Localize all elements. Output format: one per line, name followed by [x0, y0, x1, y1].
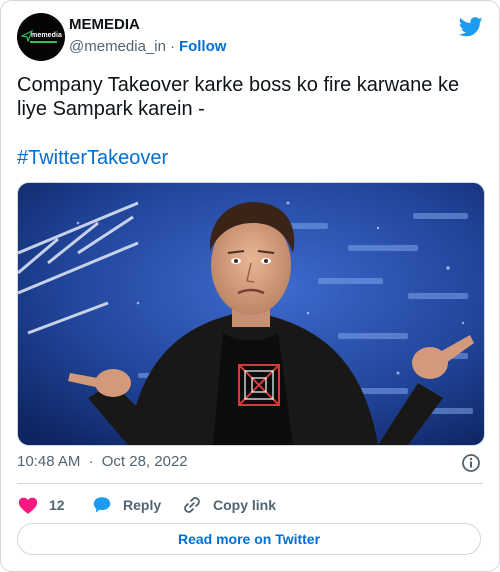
- timestamp-separator: ·: [88, 453, 94, 470]
- copy-link-button[interactable]: Copy link: [181, 493, 276, 517]
- copy-link-label: Copy link: [213, 497, 277, 513]
- tweet-actions: 12 Reply Copy link: [17, 493, 483, 517]
- link-icon: [184, 497, 200, 513]
- author-name[interactable]: MEMEDIA: [69, 16, 140, 33]
- handle-separator: ·: [169, 38, 175, 55]
- follow-button[interactable]: Follow: [179, 38, 227, 55]
- avatar-logo-text: memedia: [31, 32, 63, 39]
- actions-divider: [17, 483, 483, 484]
- like-count: 12: [49, 497, 65, 513]
- hashtag-link[interactable]: #TwitterTakeover: [17, 146, 168, 170]
- photo-illustration: [18, 183, 484, 445]
- info-icon[interactable]: [461, 453, 481, 473]
- tweet-timestamp[interactable]: 10:48 AM · Oct 28, 2022: [17, 453, 188, 470]
- twitter-bird-icon[interactable]: [459, 17, 483, 37]
- reply-button[interactable]: Reply: [91, 493, 161, 517]
- heart-icon: [18, 497, 38, 514]
- tweet-time: 10:48 AM: [17, 453, 81, 470]
- like-button[interactable]: 12: [17, 493, 65, 517]
- tweet-card: memedia MEMEDIA @memedia_in · Follow Compa…: [0, 0, 500, 572]
- tweet-text: Company Takeover karke boss ko fire karw…: [17, 74, 460, 120]
- avatar-underline: [30, 41, 57, 43]
- author-handle[interactable]: @memedia_in: [69, 38, 166, 55]
- reply-label: Reply: [123, 497, 162, 513]
- speech-bubble-icon: [93, 497, 111, 513]
- read-more-button[interactable]: Read more on Twitter: [17, 523, 481, 555]
- tweet-date: Oct 28, 2022: [101, 453, 188, 470]
- avatar[interactable]: memedia: [17, 13, 65, 61]
- tweet-photo[interactable]: [17, 182, 485, 446]
- tweet-header: memedia MEMEDIA @memedia_in · Follow: [17, 13, 483, 63]
- author-handle-row: @memedia_in · Follow: [69, 38, 226, 55]
